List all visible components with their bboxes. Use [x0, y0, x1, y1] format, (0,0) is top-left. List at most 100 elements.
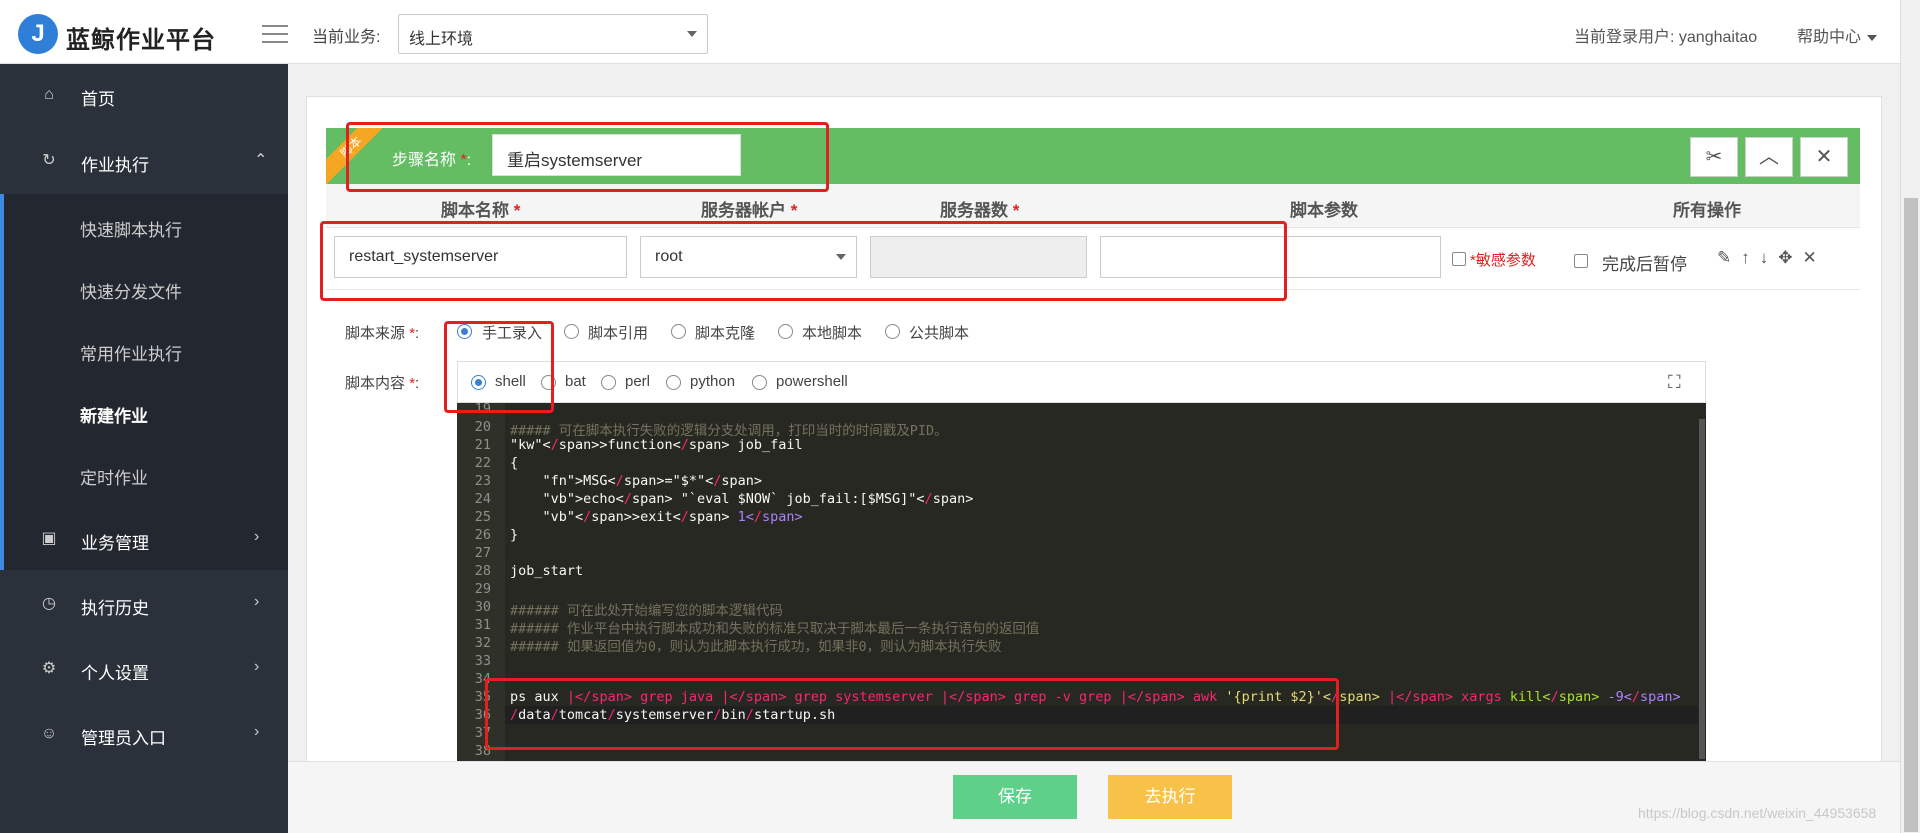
source-radio-reference[interactable] [564, 324, 579, 339]
sidebar-item-admin[interactable]: ☺ 管理员入口 › [0, 703, 288, 767]
line-number: 27 [474, 545, 491, 561]
code-line: ##### 可在脚本执行失败的逻辑分支处调用，打印当时的时间戳及PID。 [510, 423, 948, 439]
code-line: ###### 作业平台中执行脚本成功和失败的标准只取决于脚本最后一条执行语句的返… [510, 621, 1040, 637]
source-radio-label: 脚本引用 [588, 325, 649, 342]
watermark: https://blog.csdn.net/weixin_44953658 [1638, 805, 1877, 821]
chevron-right-icon: › [254, 528, 260, 545]
source-radio-label: 本地脚本 [802, 325, 863, 342]
close-icon[interactable]: ✕ [1803, 248, 1817, 267]
col-account: 服务器帐户 * [701, 196, 797, 221]
pause-after-checkbox[interactable] [1574, 254, 1588, 268]
scissors-icon[interactable]: ✂ [1690, 137, 1738, 177]
arrow-up-icon[interactable]: ↑ [1741, 248, 1750, 267]
source-radio-public[interactable] [885, 324, 900, 339]
chevron-up-icon[interactable]: ︿ [1745, 137, 1793, 177]
col-script-name: 脚本名称 * [441, 196, 520, 221]
required-mark: * [409, 325, 416, 342]
user-icon: ☺ [40, 725, 58, 742]
fullscreen-icon[interactable]: ⛶ [1668, 372, 1690, 392]
sidebar-item-job-exec[interactable]: ↻ 作业执行 ⌃ [0, 130, 288, 194]
lang-radio-label: powershell [776, 373, 848, 390]
sensitive-label: *敏感参数 [1470, 252, 1536, 269]
col-server-count-text: 服务器数 [940, 201, 1008, 220]
clock-icon: ◷ [42, 595, 56, 612]
lang-radio-python[interactable] [666, 375, 681, 390]
sidebar-item-scheduled-job[interactable]: 定时作业 [80, 464, 148, 489]
sidebar-item-biz-mgmt[interactable]: ▣ 业务管理 › [0, 508, 288, 572]
save-button[interactable]: 保存 [953, 775, 1077, 819]
sidebar-item-home[interactable]: ⌂ 首页 [0, 64, 288, 128]
sidebar-item-new-job[interactable]: 新建作业 [80, 402, 148, 427]
source-radio-label: 公共脚本 [909, 325, 970, 342]
annotation-box [346, 122, 829, 192]
required-mark: * [790, 201, 798, 220]
arrow-down-icon[interactable]: ↓ [1760, 248, 1769, 267]
source-radio-local[interactable] [778, 324, 793, 339]
lang-radio-label: bat [565, 373, 586, 390]
line-number: 31 [474, 617, 491, 633]
code-line: "vb">echo</span> "`eval $NOW` job_fail:[… [542, 491, 974, 507]
code-line: ###### 可在此处开始编写您的脚本逻辑代码 [510, 603, 783, 619]
close-icon[interactable]: ✕ [1800, 137, 1848, 177]
menu-toggle-icon[interactable] [262, 25, 288, 45]
caret-down-icon [687, 31, 697, 37]
chevron-right-icon: › [254, 658, 260, 675]
col-script-params: 脚本参数 [1290, 201, 1358, 220]
line-number: 30 [474, 599, 491, 615]
business-label: 当前业务: [312, 29, 381, 46]
line-number: 21 [474, 437, 491, 453]
line-number: 23 [474, 473, 491, 489]
source-radio-label: 脚本克隆 [695, 325, 756, 342]
run-button[interactable]: 去执行 [1108, 775, 1232, 819]
row-actions: ✎ ↑ ↓ ✥ ✕ [1717, 248, 1827, 268]
source-label: 脚本来源 *: [345, 325, 420, 342]
required-mark: * [513, 201, 521, 220]
editor-scrollbar[interactable] [1698, 403, 1706, 761]
caret-down-icon [1867, 34, 1878, 41]
source-label-text: 脚本来源 [345, 325, 406, 342]
edit-icon[interactable]: ✎ [1717, 248, 1731, 267]
chevron-right-icon: › [254, 593, 260, 610]
lang-radio-perl[interactable] [601, 375, 616, 390]
annotation-box [320, 221, 1287, 301]
chevron-right-icon: › [254, 723, 260, 740]
line-number: 33 [474, 653, 491, 669]
code-line: } [510, 527, 519, 543]
business-select-value: 线上环境 [409, 31, 474, 48]
lang-radio-powershell[interactable] [752, 375, 767, 390]
sidebar-item-label: 个人设置 [81, 664, 149, 683]
code-line: job_start [510, 563, 584, 579]
help-center-menu[interactable]: 帮助中心 [1797, 23, 1878, 47]
required-mark: * [1012, 201, 1020, 220]
line-number: 29 [474, 581, 491, 597]
line-number: 28 [474, 563, 491, 579]
sidebar: ⌂ 首页 ↻ 作业执行 ⌃ 快速脚本执行 快速分发文件 常用作业执行 新建作业 … [0, 64, 288, 833]
logo-icon[interactable]: J [18, 14, 58, 54]
line-number: 26 [474, 527, 491, 543]
required-mark: * [409, 375, 416, 392]
annotation-box [444, 321, 554, 413]
refresh-icon: ↻ [42, 152, 56, 169]
sidebar-item-history[interactable]: ◷ 执行历史 › [0, 573, 288, 637]
page-scrollbar[interactable] [1900, 0, 1920, 833]
sidebar-item-common-job[interactable]: 常用作业执行 [80, 340, 182, 365]
col-script-name-text: 脚本名称 [441, 201, 509, 220]
sidebar-item-quick-script[interactable]: 快速脚本执行 [80, 216, 182, 241]
editor-scrollbar-thumb[interactable] [1699, 419, 1705, 759]
line-number: 25 [474, 509, 491, 525]
app-title[interactable]: 蓝鲸作业平台 [66, 20, 216, 55]
move-icon[interactable]: ✥ [1778, 248, 1792, 267]
sidebar-item-quick-file[interactable]: 快速分发文件 [80, 278, 182, 303]
code-line: "kw"</span>>function</span> job_fail [510, 437, 803, 453]
source-radio-clone[interactable] [671, 324, 686, 339]
col-all-actions: 所有操作 [1673, 201, 1741, 220]
content-label: 脚本内容 *: [345, 375, 420, 392]
sidebar-item-label: 首页 [81, 90, 115, 109]
business-select[interactable]: 线上环境 [398, 14, 708, 54]
sidebar-item-personal[interactable]: ⚙ 个人设置 › [0, 638, 288, 702]
sidebar-item-label: 执行历史 [81, 599, 149, 618]
lang-radio-label: perl [625, 373, 651, 390]
page-scrollbar-thumb[interactable] [1904, 198, 1918, 832]
line-number: 24 [474, 491, 491, 507]
sensitive-checkbox[interactable] [1452, 252, 1466, 266]
